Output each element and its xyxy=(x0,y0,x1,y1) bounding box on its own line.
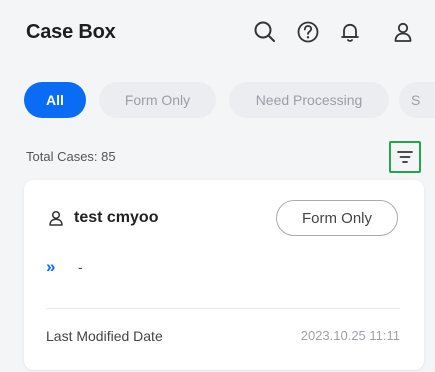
filter-icon xyxy=(397,151,413,163)
help-icon[interactable] xyxy=(294,18,322,46)
last-modified-label: Last Modified Date xyxy=(46,328,163,344)
filter-tabs: All Form Only Need Processing S xyxy=(0,82,435,120)
double-chevron-right-icon: » xyxy=(46,257,56,276)
last-modified-value: 2023.10.25 11:11 xyxy=(300,328,400,343)
tab-all[interactable]: All xyxy=(24,82,86,118)
tab-form-only[interactable]: Form Only xyxy=(99,82,216,118)
total-cases-label: Total Cases: 85 xyxy=(26,149,116,164)
filter-button[interactable] xyxy=(389,141,421,173)
app-header: Case Box xyxy=(0,0,435,68)
case-user-row: test cmyoo xyxy=(46,206,266,230)
user-icon xyxy=(49,210,63,226)
case-name: test cmyoo xyxy=(74,209,159,226)
tab-need-processing[interactable]: Need Processing xyxy=(229,82,389,118)
tab-partial[interactable]: S xyxy=(399,82,435,118)
bell-icon[interactable] xyxy=(336,18,364,46)
search-icon[interactable] xyxy=(251,18,279,46)
divider xyxy=(46,308,400,309)
page-title: Case Box xyxy=(26,21,116,43)
case-step-text: - xyxy=(78,259,83,275)
user-icon[interactable] xyxy=(389,18,417,46)
status-badge: Form Only xyxy=(276,200,398,236)
